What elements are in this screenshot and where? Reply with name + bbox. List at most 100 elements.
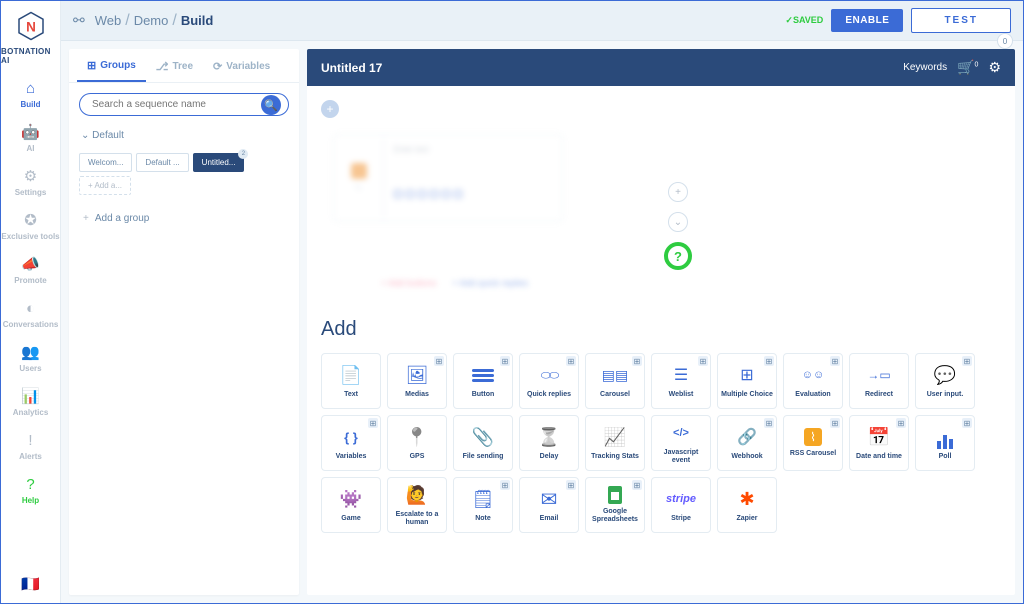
card-webhook[interactable]: 🔗Webhook⊞ <box>717 415 777 471</box>
notification-count[interactable]: 0 <box>997 33 1013 49</box>
plus-icon: ⊞ <box>632 356 642 366</box>
cart-icon[interactable]: 🛒0 <box>957 59 978 76</box>
card-button[interactable]: Button⊞ <box>453 353 513 409</box>
nav-users[interactable]: 👥Users <box>1 343 59 373</box>
flag-icon[interactable]: 🇫🇷 <box>22 575 40 593</box>
add-section-title: Add <box>321 318 1001 341</box>
plus-icon: ⊞ <box>962 356 972 366</box>
nav-promote[interactable]: 📣Promote <box>1 255 59 285</box>
plus-icon: ⊞ <box>566 480 576 490</box>
nav-build[interactable]: ⌂Build <box>1 79 59 109</box>
left-navbar: N BOTNATION AI ⌂Build🤖AI⚙Settings✪Exclus… <box>1 1 61 603</box>
plus-icon: ⊞ <box>698 356 708 366</box>
card-google-spreadsheets[interactable]: Google Spreadsheets⊞ <box>585 477 645 533</box>
chip--add-a-[interactable]: + Add a... <box>79 176 131 195</box>
build-icon: ⌂ <box>22 79 40 97</box>
group-default[interactable]: ⌄ Default <box>69 126 299 145</box>
enable-button[interactable]: ENABLE <box>831 9 903 32</box>
blurred-preview: ␡ Enter text <box>333 134 1001 222</box>
tab-variables[interactable]: ⟳Variables <box>203 49 280 82</box>
crumb-demo[interactable]: Demo <box>134 13 169 28</box>
weblist-icon <box>674 363 688 387</box>
card-stripe[interactable]: stripeStripe <box>651 477 711 533</box>
card-gps[interactable]: GPS <box>387 415 447 471</box>
card-escalate-to-a-human[interactable]: Escalate to a human <box>387 477 447 533</box>
user-input--icon <box>934 363 956 387</box>
card-carousel[interactable]: Carousel⊞ <box>585 353 645 409</box>
plus-icon: ⊞ <box>830 356 840 366</box>
card-file-sending[interactable]: File sending <box>453 415 513 471</box>
tab-groups[interactable]: ⊞Groups <box>77 49 146 82</box>
sequence-title[interactable]: Untitled 17 <box>321 61 382 75</box>
exclusive tools-icon: ✪ <box>22 211 40 229</box>
plus-icon: ⊞ <box>368 418 378 428</box>
plus-icon: ⊞ <box>566 356 576 366</box>
nav-alerts[interactable]: !Alerts <box>1 431 59 461</box>
nav-analytics[interactable]: 📊Analytics <box>1 387 59 417</box>
nav-exclusive-tools[interactable]: ✪Exclusive tools <box>1 211 59 241</box>
search-input[interactable] <box>79 93 289 116</box>
tracking-stats-icon <box>604 425 626 449</box>
card-text[interactable]: Text <box>321 353 381 409</box>
plus-icon: ⊞ <box>764 356 774 366</box>
svg-text:N: N <box>26 19 36 34</box>
search-icon[interactable]: 🔍 <box>261 95 281 115</box>
card-rss-carousel[interactable]: ⌇RSS Carousel⊞ <box>783 415 843 471</box>
test-button[interactable]: TEST <box>911 8 1011 33</box>
nav-help[interactable]: ?Help <box>1 475 59 505</box>
analytics-icon: 📊 <box>22 387 40 405</box>
card-poll[interactable]: Poll⊞ <box>915 415 975 471</box>
nav-ai[interactable]: 🤖AI <box>1 123 59 153</box>
card-redirect[interactable]: Redirect <box>849 353 909 409</box>
crumb-build: Build <box>181 13 214 28</box>
chip-untitled-[interactable]: Untitled...2 <box>193 153 245 172</box>
sequence-header: Untitled 17 Keywords 🛒0 ⚙ <box>307 49 1015 86</box>
quick-replies-icon <box>541 363 558 387</box>
plus-icon: ⊞ <box>500 480 510 490</box>
gear-icon[interactable]: ⚙ <box>988 59 1001 76</box>
medias-icon <box>406 363 429 387</box>
nav-settings[interactable]: ⚙Settings <box>1 167 59 197</box>
google-spreadsheets-icon <box>608 486 622 504</box>
card-date-and-time[interactable]: Date and time⊞ <box>849 415 909 471</box>
topbar: ⚯ Web / Demo / Build ✓SAVED ENABLE TEST <box>61 1 1023 41</box>
chip-welcom-[interactable]: Welcom... <box>79 153 132 172</box>
conversations-icon: ◐ <box>22 299 40 317</box>
add-group-button[interactable]: Add a group <box>69 203 299 234</box>
poll-icon <box>937 425 953 449</box>
keywords-link[interactable]: Keywords <box>903 62 947 73</box>
promote-icon: 📣 <box>22 255 40 273</box>
sequence-panel: Untitled 17 Keywords 🛒0 ⚙ + ␡ Enter text <box>307 49 1015 595</box>
card-medias[interactable]: Medias⊞ <box>387 353 447 409</box>
card-tracking-stats[interactable]: Tracking Stats <box>585 415 645 471</box>
card-weblist[interactable]: Weblist⊞ <box>651 353 711 409</box>
chip-default-[interactable]: Default ... <box>136 153 188 172</box>
card-evaluation[interactable]: Evaluation⊞ <box>783 353 843 409</box>
card-delay[interactable]: Delay <box>519 415 579 471</box>
card-multiple-choice[interactable]: Multiple Choice⊞ <box>717 353 777 409</box>
breadcrumb-icon: ⚯ <box>73 12 85 29</box>
plus-icon: ⊞ <box>896 418 906 428</box>
alerts-icon: ! <box>22 431 40 449</box>
help-highlight-icon[interactable]: ? <box>664 242 692 270</box>
file-sending-icon <box>472 425 494 449</box>
plus-icon: ⊞ <box>500 356 510 366</box>
card-javascript-event[interactable]: Javascript event <box>651 415 711 471</box>
card-variables[interactable]: Variables⊞ <box>321 415 381 471</box>
tab-tree[interactable]: ⎇Tree <box>146 49 203 82</box>
crumb-web[interactable]: Web <box>95 13 122 28</box>
card-zapier[interactable]: ✱Zapier <box>717 477 777 533</box>
game-icon <box>340 487 362 511</box>
plus-icon: ⊞ <box>632 480 642 490</box>
evaluation-icon <box>802 363 824 387</box>
add-block-top-button[interactable]: + <box>321 100 339 118</box>
stripe-icon: stripe <box>666 487 696 511</box>
nav-conversations[interactable]: ◐Conversations <box>1 299 59 329</box>
card-quick-replies[interactable]: Quick replies⊞ <box>519 353 579 409</box>
card-game[interactable]: Game <box>321 477 381 533</box>
card-user-input-[interactable]: User input.⊞ <box>915 353 975 409</box>
note-icon <box>472 487 495 511</box>
escalate-to-a-human-icon <box>406 483 428 507</box>
card-email[interactable]: Email⊞ <box>519 477 579 533</box>
card-note[interactable]: Note⊞ <box>453 477 513 533</box>
